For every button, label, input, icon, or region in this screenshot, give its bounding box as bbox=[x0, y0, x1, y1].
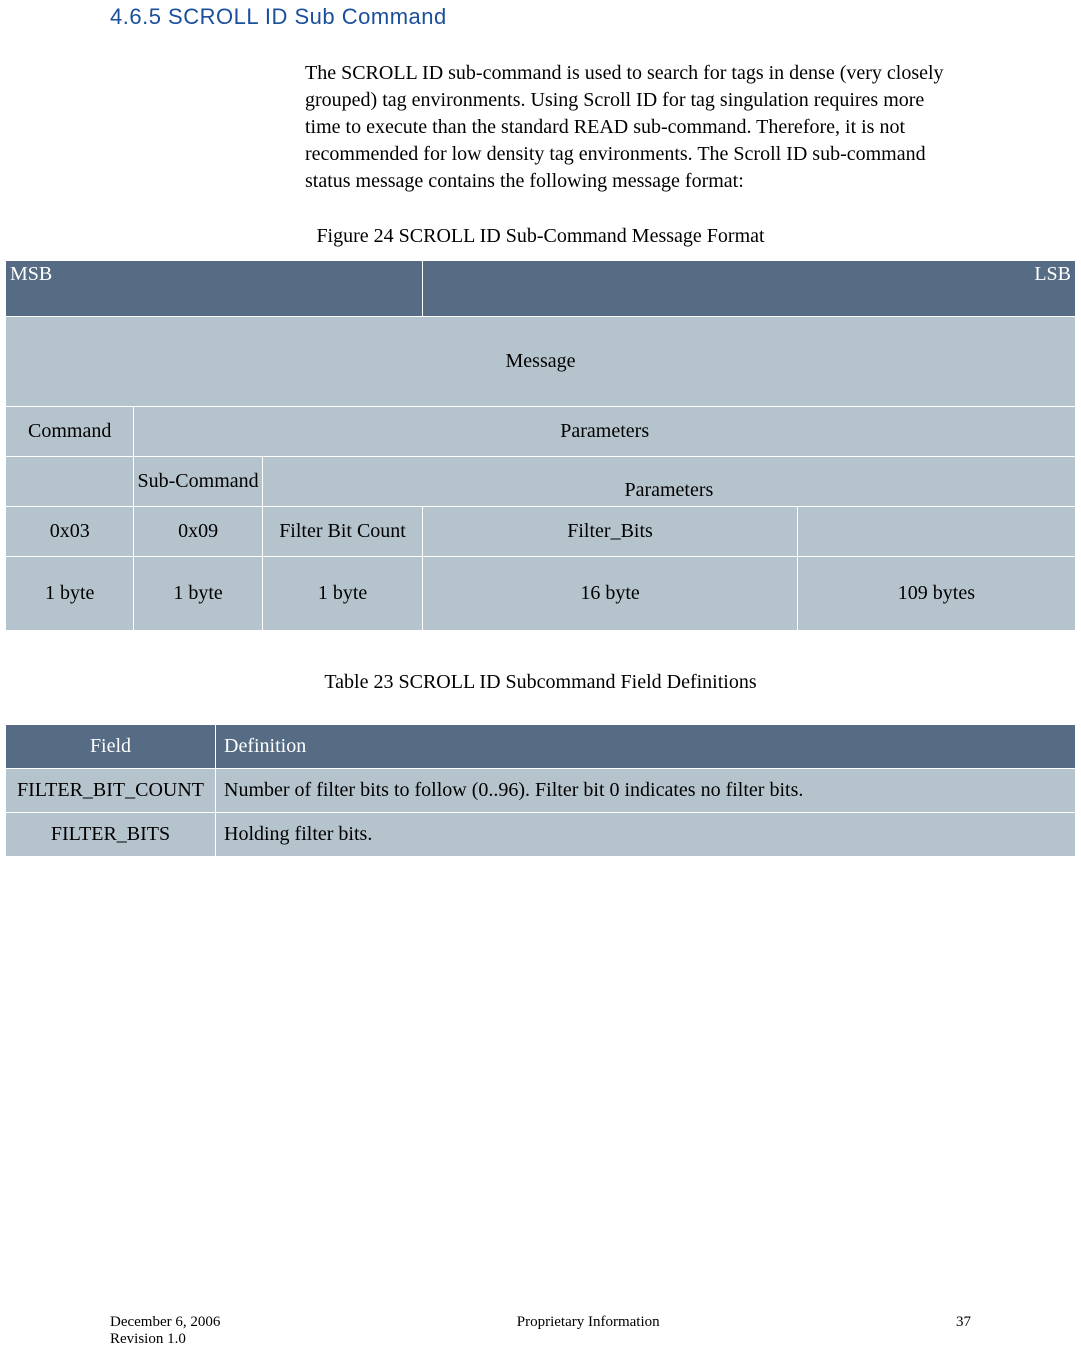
cmd-value: 0x03 bbox=[6, 507, 134, 557]
lsb-label: LSB bbox=[423, 261, 1076, 317]
filter-bits-size: 16 byte bbox=[423, 557, 798, 631]
msb-lsb-row: MSB LSB bbox=[6, 261, 1076, 317]
figure-caption: Figure 24 SCROLL ID Sub-Command Message … bbox=[5, 225, 1076, 248]
footer-date: December 6, 2006 bbox=[110, 1314, 220, 1331]
remaining-size: 109 bytes bbox=[797, 557, 1075, 631]
sub-command-cell: Sub-Command bbox=[134, 457, 262, 507]
msb-label: MSB bbox=[6, 261, 423, 317]
body-paragraph: The SCROLL ID sub-command is used to sea… bbox=[305, 60, 946, 195]
field-name: FILTER_BIT_COUNT bbox=[6, 769, 216, 813]
table-row: FILTER_BIT_COUNT Number of filter bits t… bbox=[6, 769, 1076, 813]
sizes-row: 1 byte 1 byte 1 byte 16 byte 109 bytes bbox=[6, 557, 1076, 631]
parameters-cell: Parameters bbox=[134, 407, 1076, 457]
filter-bit-count-size: 1 byte bbox=[262, 557, 423, 631]
values-row: 0x03 0x09 Filter Bit Count Filter_Bits bbox=[6, 507, 1076, 557]
empty-cell bbox=[6, 457, 134, 507]
subcmd-value: 0x09 bbox=[134, 507, 262, 557]
filter-bits-label: Filter_Bits bbox=[423, 507, 798, 557]
def-header-row: Field Definition bbox=[6, 725, 1076, 769]
footer-revision: Revision 1.0 bbox=[110, 1331, 971, 1348]
field-definition: Holding filter bits. bbox=[216, 813, 1076, 857]
blank-cell bbox=[797, 507, 1075, 557]
subcmd-size: 1 byte bbox=[134, 557, 262, 631]
command-cell: Command bbox=[6, 407, 134, 457]
field-name: FILTER_BITS bbox=[6, 813, 216, 857]
field-definitions-table: Field Definition FILTER_BIT_COUNT Number… bbox=[5, 724, 1076, 857]
definition-header: Definition bbox=[216, 725, 1076, 769]
field-header: Field bbox=[6, 725, 216, 769]
cmd-size: 1 byte bbox=[6, 557, 134, 631]
command-params-row: Command Parameters bbox=[6, 407, 1076, 457]
subcommand-row: Sub-Command Parameters bbox=[6, 457, 1076, 507]
message-row: Message bbox=[6, 317, 1076, 407]
field-definition: Number of filter bits to follow (0..96).… bbox=[216, 769, 1076, 813]
footer-page: 37 bbox=[956, 1314, 971, 1331]
table-caption: Table 23 SCROLL ID Subcommand Field Defi… bbox=[5, 671, 1076, 694]
message-format-table: MSB LSB Message Command Parameters Sub-C… bbox=[5, 260, 1076, 631]
section-heading: 4.6.5 SCROLL ID Sub Command bbox=[110, 4, 1076, 30]
filter-bit-count-label: Filter Bit Count bbox=[262, 507, 423, 557]
page-footer: December 6, 2006 Proprietary Information… bbox=[0, 1314, 1081, 1348]
table-row: FILTER_BITS Holding filter bits. bbox=[6, 813, 1076, 857]
sub-parameters-cell: Parameters bbox=[262, 457, 1075, 507]
footer-center: Proprietary Information bbox=[517, 1314, 660, 1331]
message-cell: Message bbox=[6, 317, 1076, 407]
